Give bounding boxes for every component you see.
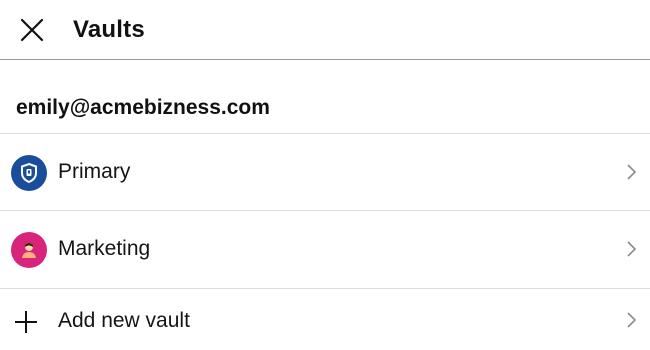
vault-label-marketing: Marketing <box>58 237 151 260</box>
vault-row-marketing[interactable]: Marketing <box>0 211 650 287</box>
close-icon <box>20 18 44 42</box>
plus-icon <box>15 311 37 333</box>
header: Vaults <box>0 0 650 60</box>
add-vault-row[interactable]: Add new vault <box>0 289 650 350</box>
close-button[interactable] <box>18 16 46 44</box>
chevron-right-icon <box>627 164 637 180</box>
vaults-screen: Vaults emily@acmebizness.com Primary Mar… <box>0 0 650 350</box>
vault-avatar-primary <box>11 155 47 191</box>
vault-row-primary[interactable]: Primary <box>0 134 650 210</box>
vault-label-primary: Primary <box>58 160 131 183</box>
account-email: emily@acmebizness.com <box>16 96 270 119</box>
person-icon <box>22 243 36 258</box>
vault-avatar-marketing <box>11 232 47 268</box>
page-title: Vaults <box>73 16 145 43</box>
shield-key-icon <box>21 162 37 184</box>
chevron-right-icon <box>627 241 637 257</box>
add-vault-label: Add new vault <box>58 309 190 332</box>
chevron-right-icon <box>627 312 637 328</box>
